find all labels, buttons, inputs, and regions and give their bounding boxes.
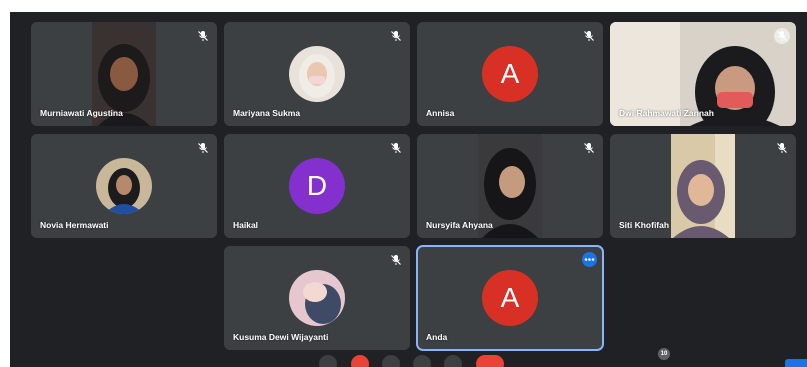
participant-tile-annisa[interactable]: A Annisa (417, 22, 603, 126)
avatar: D (289, 158, 345, 214)
participant-name: Nursyifa Ahyana (426, 220, 493, 230)
chat-button[interactable] (785, 359, 807, 367)
mic-off-icon (391, 143, 401, 153)
mic-off-icon (391, 31, 401, 41)
mic-off-icon (777, 143, 787, 153)
participant-count-badge: 10 (658, 348, 670, 360)
more-options-button[interactable] (582, 252, 597, 267)
participant-tile-murniawati[interactable]: Murniawati Agustina (31, 22, 217, 126)
more-options-icon (584, 258, 595, 261)
participant-name: Mariyana Sukma (233, 108, 301, 118)
camera-toggle-button[interactable] (382, 355, 400, 367)
participant-tile-mariyana[interactable]: Mariyana Sukma (224, 22, 410, 126)
participant-tile-dwi[interactable]: Dwi Rahmawati Zannah (610, 22, 796, 126)
mic-off-icon (198, 31, 208, 41)
mic-off-icon (774, 28, 790, 44)
participant-name: Annisa (426, 108, 455, 118)
participant-video (671, 134, 735, 238)
participant-name: Siti Khofifah (619, 220, 670, 230)
participant-name: Murniawati Agustina (40, 108, 123, 118)
mic-off-icon (391, 255, 401, 265)
participant-tile-siti[interactable]: Siti Khofifah (610, 134, 796, 238)
participant-name: Dwi Rahmawati Zannah (619, 108, 714, 118)
mic-toggle-button[interactable] (351, 355, 369, 367)
avatar (289, 270, 345, 326)
control-bar (10, 355, 807, 367)
avatar (289, 46, 345, 102)
mic-off-icon (584, 31, 594, 41)
participant-name: Novia Hermawati (40, 220, 109, 230)
participant-tile-novia[interactable]: Novia Hermawati (31, 134, 217, 238)
participant-name: Haikal (233, 220, 259, 230)
avatar: A (482, 270, 538, 326)
participant-tile-nursyifa[interactable]: Nursyifa Ahyana (417, 134, 603, 238)
end-call-button[interactable] (476, 355, 504, 367)
avatar: A (482, 46, 538, 102)
mic-off-icon (198, 143, 208, 153)
info-button[interactable] (319, 355, 337, 367)
participant-tile-haikal[interactable]: D Haikal (224, 134, 410, 238)
participant-tile-self[interactable]: A Anda (416, 245, 604, 351)
avatar (96, 158, 152, 214)
participant-name: Kusuma Dewi Wijayanti (233, 332, 329, 342)
participant-name: Anda (426, 332, 448, 342)
mic-off-icon (584, 143, 594, 153)
present-button[interactable] (444, 355, 462, 367)
participant-tile-kusuma[interactable]: Kusuma Dewi Wijayanti (224, 246, 410, 350)
captions-button[interactable] (413, 355, 431, 367)
meeting-stage: Murniawati Agustina Mariyana Sukma A Ann… (10, 12, 807, 367)
